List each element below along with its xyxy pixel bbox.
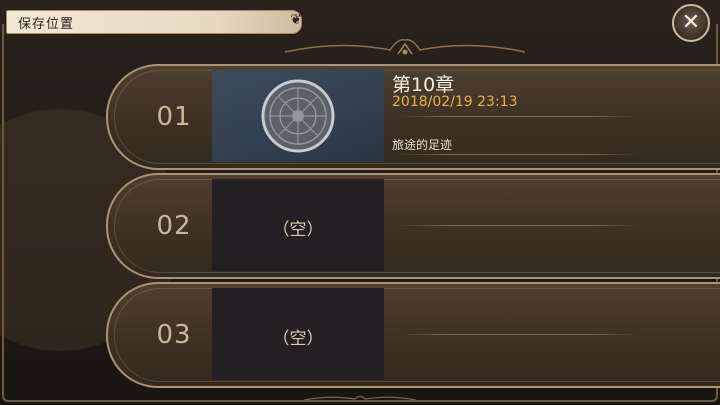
- slot-info: [390, 179, 720, 271]
- scroll-curl-icon: ❦: [290, 12, 302, 28]
- divider: [398, 154, 638, 155]
- save-slot-01[interactable]: 01 第10章 2018/02/19 23:13 旅途的足迹: [106, 64, 720, 172]
- page-title: 保存位置: [18, 17, 75, 32]
- slot-number: 01: [156, 102, 192, 132]
- save-slot-03[interactable]: 03 （空）: [106, 282, 720, 390]
- divider: [398, 116, 638, 117]
- slot-number: 02: [156, 211, 192, 241]
- slot-thumbnail-empty: （空）: [212, 288, 384, 380]
- slot-thumbnail: [212, 70, 384, 162]
- ornate-medallion-icon: [261, 79, 335, 153]
- close-button[interactable]: ✕: [672, 4, 710, 42]
- slot-thumbnail-empty: （空）: [212, 179, 384, 271]
- bottom-ornament-icon: [303, 395, 417, 401]
- save-slot-02[interactable]: 02 （空）: [106, 173, 720, 281]
- slot-number: 03: [156, 320, 192, 350]
- save-datetime: 2018/02/19 23:13: [392, 94, 518, 110]
- slot-info: [390, 288, 720, 380]
- close-icon: ✕: [681, 10, 701, 35]
- save-description: 旅途的足迹: [392, 138, 453, 152]
- divider: [398, 225, 638, 226]
- divider: [398, 334, 638, 335]
- slot-info: 第10章 2018/02/19 23:13 旅途的足迹: [390, 70, 720, 162]
- chapter-title: 第10章: [392, 74, 455, 96]
- top-ornament-icon: [284, 38, 526, 55]
- empty-label: （空）: [272, 220, 324, 240]
- empty-label: （空）: [272, 329, 324, 349]
